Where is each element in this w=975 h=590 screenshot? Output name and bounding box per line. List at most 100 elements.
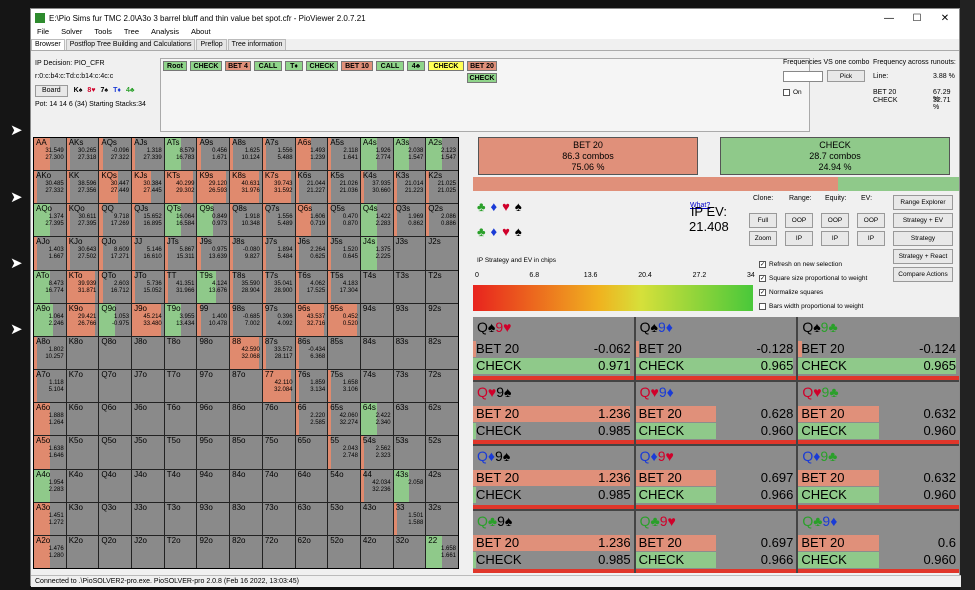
hand-cell[interactable]: 33 1.501 1.588 [393, 502, 426, 535]
suit-icon[interactable]: ♣ [477, 199, 486, 214]
minimize-button[interactable]: — [875, 13, 903, 24]
hand-cell[interactable]: K4s 37.935 30.660 [360, 171, 393, 204]
hand-cell[interactable]: ATo 8.473 16.774 [34, 270, 66, 303]
hand-cell[interactable]: T2o [164, 535, 197, 568]
strategy-ev-button[interactable]: Strategy + EV [893, 213, 953, 228]
hand-cell[interactable]: 54s 2.562 2.323 [360, 436, 393, 469]
hand-cell[interactable]: Q5s 0.470 0.870 [328, 204, 360, 237]
menu-solver[interactable]: Solver [55, 27, 88, 39]
hand-cell[interactable]: 77 42.110 32.084 [262, 370, 295, 403]
hand-cell[interactable]: 82s [426, 336, 458, 370]
hand-cell[interactable]: K2s 21.025 21.025 [426, 171, 458, 204]
equity-oop-button[interactable]: OOP [821, 213, 849, 228]
hand-cell[interactable]: QTs 16.064 16.584 [164, 204, 197, 237]
hand-cell[interactable]: 76s 1.859 3.134 [295, 370, 328, 403]
hand-cell[interactable]: 95o [197, 436, 230, 469]
hand-cell[interactable]: Q6o [99, 403, 132, 436]
hand-cell[interactable]: 54o [328, 469, 360, 502]
hand-cell[interactable]: Q3o [99, 502, 132, 535]
hand-cell[interactable]: Q7o [99, 370, 132, 403]
hand-cell[interactable]: K6s 21.044 21.227 [295, 171, 328, 204]
board-button[interactable]: Board [35, 85, 68, 97]
hand-cell[interactable]: T7o [164, 370, 197, 403]
hand-cell[interactable]: 87s 33.572 28.117 [262, 336, 295, 370]
tree-node-t[interactable]: T♦ [285, 61, 303, 71]
hand-cell[interactable]: AJo 1.403 1.667 [34, 237, 66, 270]
equity-ip-button[interactable]: IP [821, 231, 849, 246]
hand-cell[interactable]: 94o [197, 469, 230, 502]
hand-cell[interactable]: A5s 2.118 1.641 [328, 138, 360, 171]
hand-cell[interactable]: 53s [393, 436, 426, 469]
hand-cell[interactable]: Q4s 1.422 2.283 [360, 204, 393, 237]
hand-cell[interactable]: Q8o [99, 336, 132, 370]
hand-cell[interactable]: J5o [132, 436, 164, 469]
tree-node-root[interactable]: Root [163, 61, 187, 71]
hand-cell[interactable]: J3s [393, 237, 426, 270]
option-checkbox[interactable]: ✓ Refresh on new selection [759, 261, 842, 268]
menu-analysis[interactable]: Analysis [145, 27, 185, 39]
hand-cell[interactable]: 75o [262, 436, 295, 469]
hand-cell[interactable]: K9s 29.120 26.593 [197, 171, 230, 204]
hand-cell[interactable]: T6s 4.062 17.525 [295, 270, 328, 303]
suit-icon[interactable]: ♥ [502, 199, 510, 214]
hand-cell[interactable]: 64o [295, 469, 328, 502]
hand-cell[interactable]: 42s [426, 469, 458, 502]
suit-icon[interactable]: ♠ [515, 224, 522, 239]
hand-cell[interactable]: 52o [328, 535, 360, 568]
hand-cell[interactable]: 83s [393, 336, 426, 370]
hand-cell[interactable]: K5o [66, 436, 99, 469]
hand-cell[interactable]: K7s 39.743 31.592 [262, 171, 295, 204]
hand-cell[interactable]: J7o [132, 370, 164, 403]
hand-cell[interactable]: Q3s 1.969 0.862 [393, 204, 426, 237]
hand-cell[interactable]: 32s [426, 502, 458, 535]
hand-cell[interactable]: KQo 30.611 27.395 [66, 204, 99, 237]
combo-card[interactable]: Q♦9♠ BET 20 1.236 CHECK 0.985 [473, 446, 634, 509]
hand-cell[interactable]: K5s 21.026 21.036 [328, 171, 360, 204]
hand-cell[interactable]: J4o [132, 469, 164, 502]
combo-card[interactable]: Q♥9♠ BET 20 1.236 CHECK 0.985 [473, 381, 634, 444]
tab-browser[interactable]: Browser [31, 39, 65, 50]
hand-cell[interactable]: Q2o [99, 535, 132, 568]
tree-node-check[interactable]: CHECK [306, 61, 338, 71]
hand-cell[interactable]: A7s 1.556 5.488 [262, 138, 295, 171]
range-oop-button[interactable]: OOP [785, 213, 813, 228]
hand-cell[interactable]: A3o 1.451 1.272 [34, 502, 66, 535]
hand-cell[interactable]: J2s [426, 237, 458, 270]
hand-cell[interactable]: Q9s 0.849 0.973 [197, 204, 230, 237]
hand-cell[interactable]: 84o [230, 469, 262, 502]
hand-cell[interactable]: J8s -0.080 9.827 [230, 237, 262, 270]
hand-cell[interactable]: J7s 1.894 5.484 [262, 237, 295, 270]
hand-cell[interactable]: AKs 30.265 27.318 [66, 138, 99, 171]
hand-cell[interactable]: T5o [164, 436, 197, 469]
hand-cell[interactable]: KJs 30.384 27.445 [132, 171, 164, 204]
hand-cell[interactable]: 73o [262, 502, 295, 535]
strategy-bet-box[interactable]: BET 20 86.3 combos 75.06 % [478, 137, 698, 175]
combo-card[interactable]: Q♥9♦ BET 20 0.628 CHECK 0.960 [635, 381, 797, 444]
hand-cell[interactable]: KQs 30.447 27.449 [99, 171, 132, 204]
tree-node-call[interactable]: CALL [376, 61, 404, 71]
maximize-button[interactable]: ☐ [903, 13, 931, 24]
tree-node-check-child[interactable]: CHECK [467, 73, 497, 83]
hand-cell[interactable]: A7o 1.118 5.104 [34, 370, 66, 403]
hand-cell[interactable]: KTs 40.299 29.302 [164, 171, 197, 204]
hand-cell[interactable]: 73s [393, 370, 426, 403]
hand-cell[interactable]: 32o [393, 535, 426, 568]
hand-cell[interactable]: 66 2.220 2.585 [295, 403, 328, 436]
hand-cell[interactable]: Q4o [99, 469, 132, 502]
hand-cell[interactable]: 75s 1.658 3.106 [328, 370, 360, 403]
option-checkbox[interactable]: ✓ Normalize squares [759, 289, 823, 296]
hand-cell[interactable]: Q5o [99, 436, 132, 469]
hand-cell[interactable]: K3s 21.014 21.223 [393, 171, 426, 204]
strategy-react-button[interactable]: Strategy + React [893, 249, 953, 264]
menu-tree[interactable]: Tree [118, 27, 145, 39]
hand-cell[interactable]: 62o [295, 535, 328, 568]
hand-cell[interactable]: A6o 1.888 1.264 [34, 403, 66, 436]
hand-cell[interactable]: J4s 1.375 2.225 [360, 237, 393, 270]
suit-icon[interactable]: ♦ [491, 224, 498, 239]
menu-about[interactable]: About [185, 27, 217, 39]
hand-cell[interactable]: 86s -0.434 6.368 [295, 336, 328, 370]
hand-cell[interactable]: T6o [164, 403, 197, 436]
hand-cell[interactable]: 72o [262, 535, 295, 568]
combo-card[interactable]: Q♥9♣ BET 20 0.632 CHECK 0.960 [798, 381, 959, 444]
hand-cell[interactable]: K2o [66, 535, 99, 568]
